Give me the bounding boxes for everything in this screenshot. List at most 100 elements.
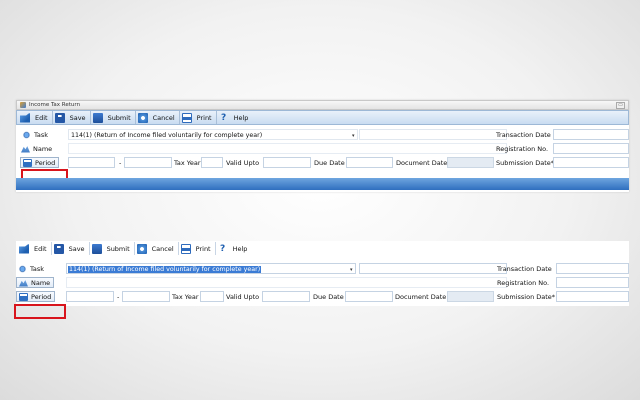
- submit-button[interactable]: Submit: [90, 242, 135, 255]
- document-date-field[interactable]: [447, 157, 494, 168]
- submit-button[interactable]: Submit: [91, 111, 136, 124]
- name-field-label: Name: [16, 277, 55, 288]
- due-date-label: Due Date: [314, 158, 345, 167]
- name-field[interactable]: [66, 277, 507, 288]
- tax-year-field[interactable]: [200, 291, 224, 302]
- task-row: Task 114(1) (Return of Income filed volu…: [16, 128, 629, 141]
- window-titlebar: Income Tax Return ▭: [16, 100, 629, 110]
- edit-icon: [19, 243, 29, 254]
- registration-no-field[interactable]: [556, 277, 629, 288]
- valid-upto-label: Valid Upto: [226, 292, 260, 301]
- period-row: Period - Tax Year Valid Upto Due Date Do…: [16, 156, 629, 169]
- due-date-field[interactable]: [346, 157, 393, 168]
- form-grid: Task 114(1) (Return of Income filed volu…: [16, 125, 629, 184]
- submission-date-field[interactable]: [553, 157, 629, 168]
- print-icon: [180, 243, 191, 254]
- submission-date-field[interactable]: [556, 291, 629, 302]
- task-label-text: Task: [34, 130, 49, 139]
- tax-year-field[interactable]: [201, 157, 223, 168]
- period-label-text: Period: [35, 158, 56, 167]
- cancel-button[interactable]: Cancel: [135, 242, 179, 255]
- valid-upto-field[interactable]: [262, 291, 310, 302]
- document-date-field[interactable]: [447, 291, 494, 302]
- document-date-label: Document Date: [395, 292, 447, 301]
- help-button[interactable]: ? Help: [217, 111, 253, 124]
- registration-no-label: Registration No.: [497, 278, 550, 287]
- dropdown-arrow-icon: ▾: [352, 133, 355, 139]
- period-field-label[interactable]: Period: [16, 291, 56, 302]
- edit-label: Edit: [34, 244, 47, 253]
- save-label: Save: [68, 244, 85, 253]
- name-label-text: Name: [31, 278, 51, 287]
- submit-icon: [92, 112, 103, 123]
- name-row: Name Registration No.: [16, 276, 629, 289]
- task-extra-field[interactable]: [359, 129, 507, 140]
- period-from-field[interactable]: [68, 157, 115, 168]
- maximize-button[interactable]: ▭: [616, 102, 625, 109]
- transaction-date-field[interactable]: [553, 129, 629, 140]
- task-icon: [18, 264, 27, 273]
- task-value: 114(1) (Return of Income filed voluntari…: [71, 132, 263, 139]
- help-label: Help: [232, 244, 248, 253]
- task-select[interactable]: 114(1) (Return of Income filed voluntari…: [66, 263, 356, 274]
- help-label: Help: [233, 113, 249, 122]
- print-button[interactable]: Print: [179, 242, 216, 255]
- task-row: Task 114(1) (Return of Income filed volu…: [16, 262, 629, 275]
- task-extra-field[interactable]: [359, 263, 507, 274]
- income-tax-return-window-top: Income Tax Return ▭ Edit Save Submit Can…: [16, 100, 629, 192]
- toolbar-zoomed: Edit Save Submit Cancel Print ? Help: [16, 241, 629, 256]
- tax-year-label: Tax Year: [174, 158, 201, 167]
- save-button[interactable]: Save: [53, 111, 91, 124]
- registration-no-field[interactable]: [553, 143, 629, 154]
- document-date-label: Document Date: [396, 158, 448, 167]
- task-select[interactable]: 114(1) (Return of Income filed voluntari…: [68, 129, 358, 140]
- period-separator: -: [119, 158, 122, 167]
- period-highlight-box: [14, 304, 66, 319]
- tax-year-label: Tax Year: [172, 292, 199, 301]
- dropdown-arrow-icon: ▾: [350, 267, 353, 273]
- submit-icon: [91, 243, 102, 254]
- income-tax-return-window-bottom: Edit Save Submit Cancel Print ? Help Tas: [14, 241, 629, 319]
- name-field-label: Name: [21, 143, 52, 154]
- save-icon: [54, 112, 65, 123]
- task-label-text: Task: [30, 264, 45, 273]
- calendar-icon: [23, 158, 32, 167]
- print-button[interactable]: Print: [180, 111, 217, 124]
- cancel-button[interactable]: Cancel: [136, 111, 180, 124]
- due-date-field[interactable]: [345, 291, 393, 302]
- valid-upto-field[interactable]: [263, 157, 311, 168]
- edit-button[interactable]: Edit: [17, 242, 52, 255]
- period-from-field[interactable]: [66, 291, 114, 302]
- period-to-field[interactable]: [124, 157, 172, 168]
- period-label-text: Period: [31, 292, 52, 301]
- due-date-label: Due Date: [313, 292, 344, 301]
- submit-label: Submit: [106, 244, 130, 253]
- submission-date-label: Submission Date*: [496, 158, 555, 167]
- print-label: Print: [195, 244, 211, 253]
- name-icon: [21, 146, 30, 153]
- cancel-icon: [137, 112, 148, 123]
- submit-label: Submit: [107, 113, 131, 122]
- app-icon: [20, 102, 26, 108]
- print-label: Print: [196, 113, 212, 122]
- period-to-field[interactable]: [122, 291, 170, 302]
- cancel-label: Cancel: [152, 113, 175, 122]
- submission-date-label: Submission Date*: [497, 292, 556, 301]
- print-icon: [181, 112, 192, 123]
- help-button[interactable]: ? Help: [216, 242, 252, 255]
- period-separator: -: [117, 292, 120, 301]
- toolbar: Edit Save Submit Cancel Print ? Help: [16, 110, 629, 125]
- help-icon: ?: [220, 112, 227, 123]
- task-icon: [22, 130, 31, 139]
- save-button[interactable]: Save: [52, 242, 90, 255]
- name-row: Name Registration No.: [16, 142, 629, 155]
- edit-button[interactable]: Edit: [18, 111, 53, 124]
- save-icon: [53, 243, 64, 254]
- task-value-selected: 114(1) (Return of Income filed voluntari…: [68, 266, 262, 273]
- edit-label: Edit: [35, 113, 48, 122]
- name-icon: [19, 280, 28, 287]
- name-field[interactable]: [68, 143, 507, 154]
- task-field-label: Task: [22, 129, 48, 140]
- transaction-date-field[interactable]: [556, 263, 629, 274]
- period-row: Period - Tax Year Valid Upto Due Date Do…: [16, 290, 629, 303]
